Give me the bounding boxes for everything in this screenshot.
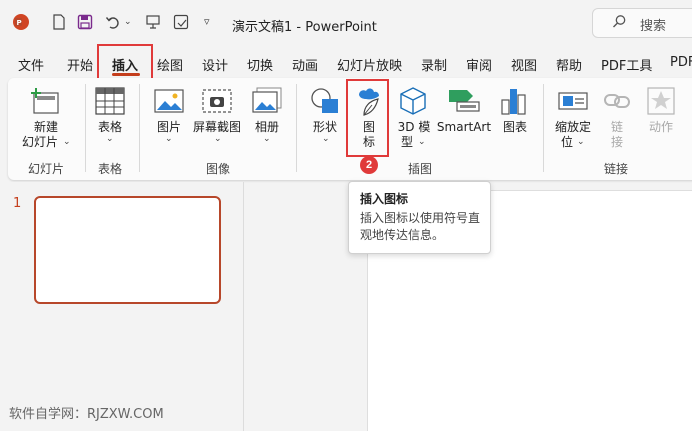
- customize-icon[interactable]: [172, 13, 190, 31]
- present-icon[interactable]: [144, 13, 162, 31]
- table-label[interactable]: 表格: [92, 120, 128, 135]
- table-chevron-icon[interactable]: ⌄: [106, 134, 114, 144]
- title-separator: -: [296, 20, 302, 35]
- chart-icon[interactable]: [500, 86, 528, 119]
- 3d-models-label-2[interactable]: 型: [397, 135, 417, 150]
- chart-label[interactable]: 图表: [498, 120, 532, 135]
- tab-pdf[interactable]: PDF: [670, 55, 692, 70]
- group-label-slides: 幻灯片: [27, 162, 64, 176]
- 3d-models-label-1[interactable]: 3D 模: [394, 120, 434, 135]
- shapes-chevron-icon[interactable]: ⌄: [322, 134, 330, 144]
- 3d-models-icon[interactable]: [398, 86, 428, 119]
- tab-view[interactable]: 视图: [511, 55, 537, 74]
- tooltip-title: 插入图标: [360, 192, 409, 206]
- group-label-images: 图像: [205, 162, 230, 176]
- group-divider: [296, 84, 297, 172]
- tab-draw[interactable]: 绘图: [157, 55, 183, 74]
- search-icon: [612, 14, 627, 32]
- link-label-2: 接: [610, 135, 623, 149]
- shapes-label[interactable]: 形状: [308, 120, 342, 135]
- action-icon: [646, 86, 676, 119]
- link-icon: [603, 90, 631, 115]
- shapes-icon[interactable]: [310, 87, 340, 118]
- search-label: 搜索: [640, 19, 667, 34]
- tab-help[interactable]: 帮助: [556, 55, 582, 74]
- tab-review[interactable]: 审阅: [466, 55, 492, 74]
- action-label: 动作: [648, 120, 673, 134]
- group-label-table: 表格: [97, 162, 122, 176]
- save-icon[interactable]: [76, 13, 94, 31]
- group-divider: [543, 84, 544, 172]
- group-label-illustrations: 插图: [407, 162, 432, 176]
- new-slide-label[interactable]: 新建: [26, 120, 66, 135]
- new-slide-chevron-icon[interactable]: ⌄: [63, 137, 71, 147]
- undo-dropdown-chevron-icon[interactable]: ⌄: [124, 17, 132, 27]
- album-chevron-icon[interactable]: ⌄: [263, 134, 271, 144]
- zoom-label-1[interactable]: 缩放定: [552, 120, 594, 135]
- smartart-label[interactable]: SmartArt: [436, 120, 492, 135]
- tab-slideshow[interactable]: 幻灯片放映: [337, 55, 402, 74]
- svg-text:P: P: [17, 19, 22, 27]
- album-icon[interactable]: [252, 87, 282, 118]
- screenshot-icon[interactable]: [202, 87, 232, 118]
- new-file-icon[interactable]: [50, 13, 68, 31]
- tab-home[interactable]: 开始: [67, 55, 93, 74]
- screenshot-label[interactable]: 屏幕截图: [191, 120, 243, 135]
- group-label-links: 链接: [603, 162, 628, 176]
- album-label[interactable]: 相册: [250, 120, 284, 135]
- document-name: 演示文稿1: [232, 20, 293, 35]
- tab-design[interactable]: 设计: [202, 55, 228, 74]
- quick-access-more-icon[interactable]: ▿: [204, 15, 210, 28]
- watermark-text: 软件自学网：RJZXW.COM: [9, 407, 164, 422]
- new-slide-label-2[interactable]: 幻灯片: [20, 135, 60, 150]
- zoom-chevron-icon[interactable]: ⌄: [577, 137, 585, 147]
- undo-icon[interactable]: [104, 13, 122, 31]
- tab-animations[interactable]: 动画: [292, 55, 318, 74]
- tab-file[interactable]: 文件: [18, 55, 44, 74]
- callout-box-icons-button: [346, 79, 389, 157]
- zoom-icon[interactable]: [558, 87, 588, 118]
- group-divider: [139, 84, 140, 172]
- smartart-icon[interactable]: [447, 88, 481, 117]
- zoom-label-2[interactable]: 位: [557, 135, 577, 150]
- table-icon[interactable]: [95, 87, 125, 118]
- picture-chevron-icon[interactable]: ⌄: [165, 134, 173, 144]
- link-label-1: 链: [610, 120, 623, 134]
- tooltip-description: 插入图标以使用符号直观地传达信息。: [360, 211, 481, 242]
- callout-badge-2: 2: [360, 156, 378, 174]
- app-name: PowerPoint: [305, 20, 377, 35]
- callout-box-insert-tab: [97, 44, 153, 81]
- slide-number: 1: [13, 196, 22, 211]
- powerpoint-logo-icon: P: [12, 13, 30, 31]
- tab-pdf-tools[interactable]: PDF工具: [601, 55, 652, 74]
- picture-icon[interactable]: [154, 87, 184, 118]
- tab-transitions[interactable]: 切换: [247, 55, 273, 74]
- picture-label[interactable]: 图片: [152, 120, 186, 135]
- 3d-models-chevron-icon[interactable]: ⌄: [418, 137, 426, 147]
- document-title: 演示文稿1 - PowerPoint: [232, 16, 377, 35]
- tab-record[interactable]: 录制: [421, 55, 447, 74]
- screenshot-chevron-icon[interactable]: ⌄: [214, 134, 222, 144]
- new-slide-icon[interactable]: [30, 87, 60, 118]
- slide-thumbnail[interactable]: [34, 196, 221, 304]
- group-divider: [85, 84, 86, 172]
